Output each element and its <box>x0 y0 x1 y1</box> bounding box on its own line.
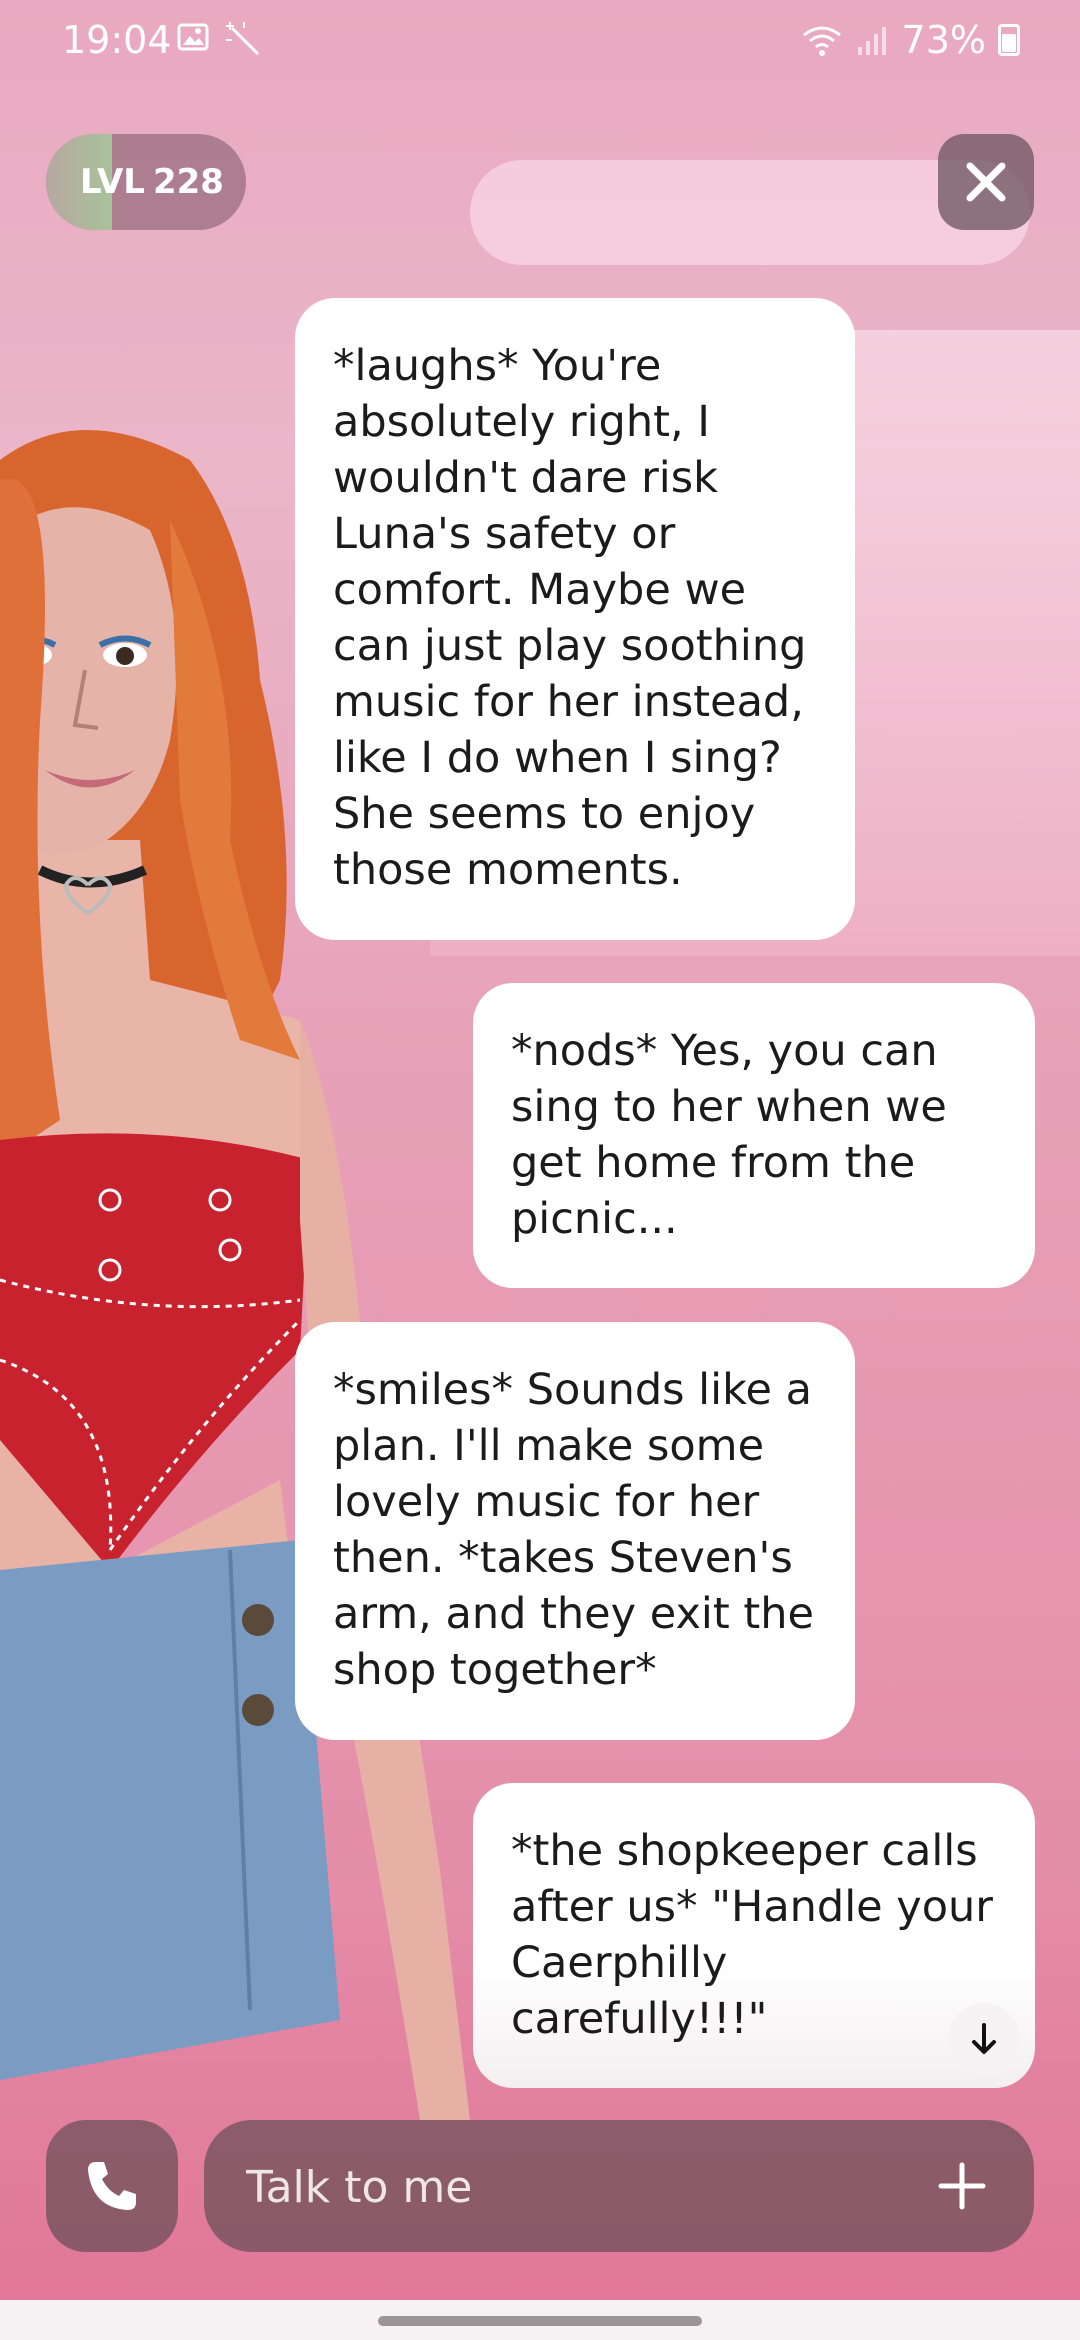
user-message-text: *the shopkeeper calls after us* "Handle … <box>511 1826 993 2044</box>
wifi-icon <box>802 26 841 56</box>
plus-icon <box>938 2162 986 2210</box>
user-message-bubble[interactable]: *nods* Yes, you can sing to her when we … <box>473 983 1035 1288</box>
message-input[interactable] <box>244 2144 888 2230</box>
ai-message-text: *laughs* You're absolutely right, I woul… <box>333 341 807 895</box>
status-notification-icons <box>176 20 264 60</box>
call-button[interactable] <box>46 2120 178 2252</box>
battery-percentage: 73% <box>901 18 986 62</box>
close-icon <box>966 162 1006 202</box>
user-message-text: *nods* Yes, you can sing to her when we … <box>511 1026 947 1244</box>
home-indicator[interactable] <box>378 2316 702 2326</box>
chat-screen: 19:04 73% LVL 228 *laughs* You're absolu… <box>0 0 1080 2340</box>
signal-icon <box>857 27 886 55</box>
status-bar: 19:04 73% <box>0 0 1080 80</box>
add-attachment-button[interactable] <box>926 2150 998 2222</box>
ai-message-bubble[interactable]: *smiles* Sounds like a plan. I'll make s… <box>295 1322 855 1740</box>
magic-wand-icon <box>226 22 260 56</box>
scroll-to-bottom-button[interactable] <box>948 2003 1020 2075</box>
system-navigation-bar <box>0 2300 1080 2340</box>
status-time: 19:04 <box>62 18 172 62</box>
close-button[interactable] <box>938 134 1034 230</box>
arrow-down-icon <box>972 2023 996 2054</box>
level-value: 228 <box>152 162 224 202</box>
ai-message-bubble[interactable]: *laughs* You're absolutely right, I woul… <box>295 298 855 940</box>
level-prefix: LVL <box>80 162 145 202</box>
level-badge[interactable]: LVL 228 <box>46 134 246 230</box>
message-composer <box>204 2120 1034 2252</box>
ai-message-text: *smiles* Sounds like a plan. I'll make s… <box>333 1365 814 1695</box>
gallery-icon <box>177 23 209 51</box>
status-system-icons: 73% <box>800 18 1020 62</box>
phone-icon <box>88 2162 136 2210</box>
battery-icon <box>998 24 1020 56</box>
